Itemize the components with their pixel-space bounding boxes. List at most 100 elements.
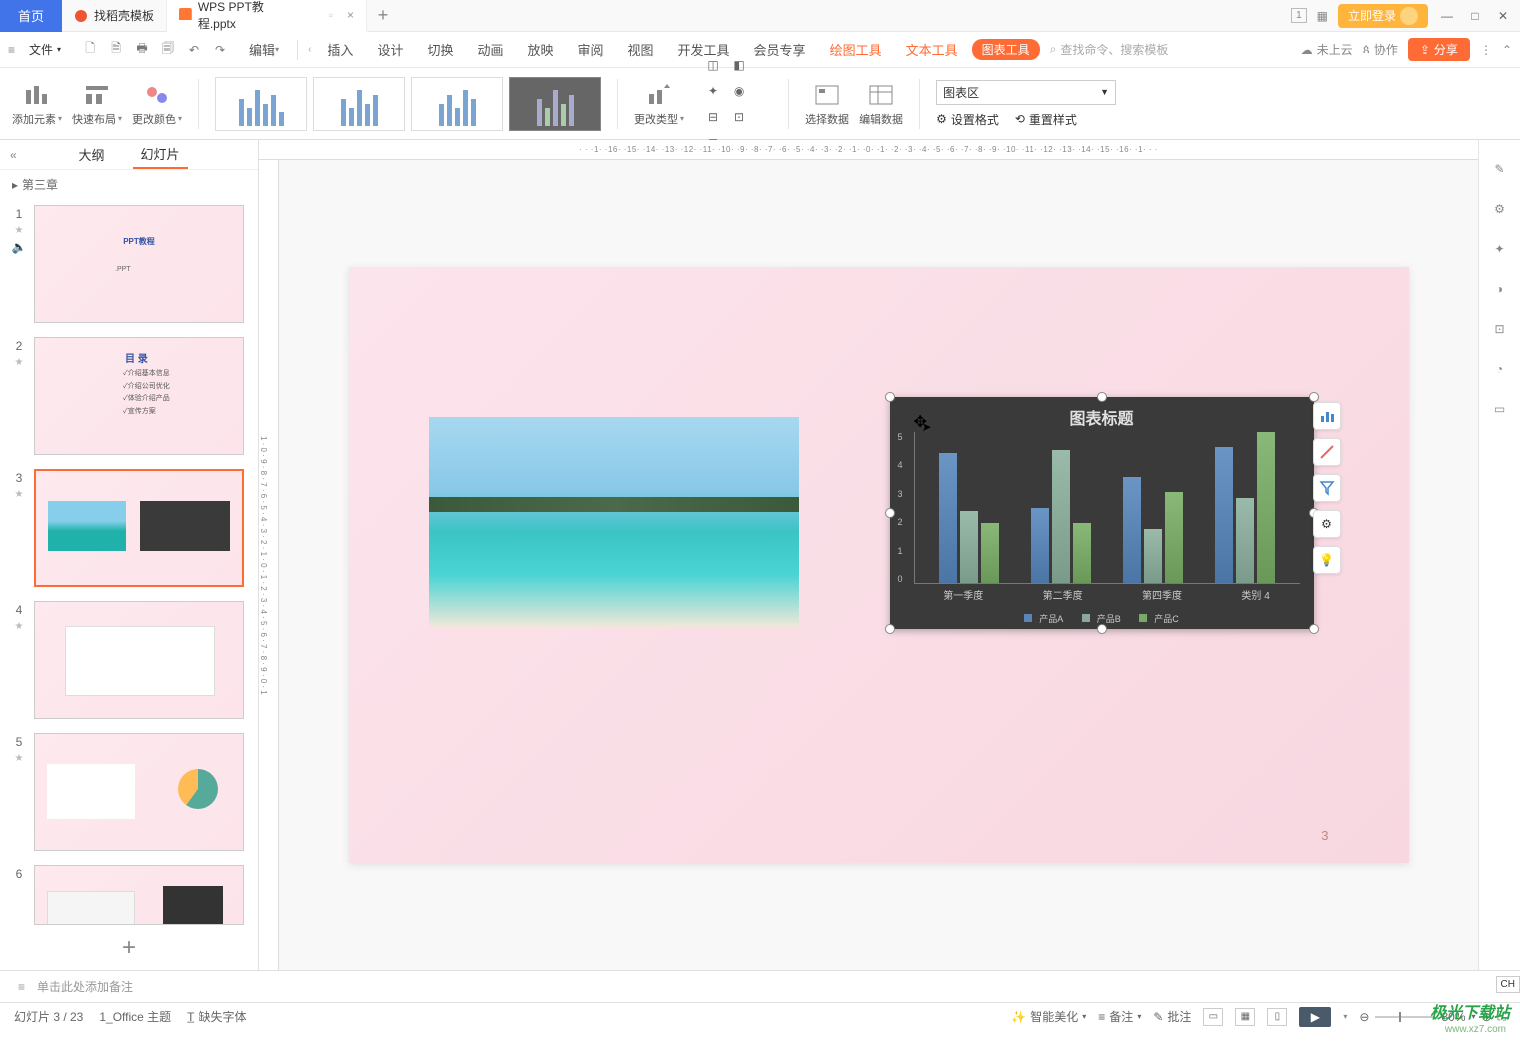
- transition-menu[interactable]: 切换: [417, 32, 463, 68]
- missing-fonts[interactable]: T̲缺失字体: [187, 1008, 246, 1025]
- sync-status[interactable]: ☁未上云: [1301, 41, 1353, 58]
- tool-icon-1[interactable]: ◫: [702, 54, 724, 76]
- search-box[interactable]: ⌕ 查找命令、搜索模板: [1050, 41, 1169, 58]
- chart-style-1[interactable]: [215, 77, 307, 131]
- resize-handle-sw[interactable]: [885, 624, 895, 634]
- edit-menu[interactable]: 编辑: [239, 32, 289, 68]
- resize-handle-n[interactable]: [1097, 392, 1107, 402]
- chart-style-3[interactable]: [411, 77, 503, 131]
- close-window-icon[interactable]: ✕: [1494, 7, 1512, 25]
- chart-ideas-icon[interactable]: 💡: [1313, 546, 1341, 574]
- normal-view-icon[interactable]: ▭: [1203, 1008, 1223, 1026]
- login-button[interactable]: 立即登录: [1338, 4, 1428, 28]
- design-menu[interactable]: 设计: [367, 32, 413, 68]
- help-pane-icon[interactable]: ▭: [1489, 398, 1511, 420]
- set-format-button[interactable]: ⚙设置格式: [936, 111, 999, 128]
- tab-home[interactable]: 首页: [0, 0, 62, 32]
- tool-icon-4[interactable]: ◉: [728, 80, 750, 102]
- layout-icon[interactable]: 1: [1291, 8, 1307, 23]
- selection-pane-icon[interactable]: ⊡: [1489, 318, 1511, 340]
- resize-handle-ne[interactable]: [1309, 392, 1319, 402]
- canvas-viewport[interactable]: 图表标题 012345 第一季度第二季度第四季度类别 4: [279, 160, 1478, 970]
- change-type-button[interactable]: 更改类型: [634, 81, 684, 127]
- chart-element-selector[interactable]: 图表区 ▼: [936, 80, 1116, 105]
- chart-object[interactable]: 图表标题 012345 第一季度第二季度第四季度类别 4: [890, 397, 1314, 629]
- resize-handle-nw[interactable]: [885, 392, 895, 402]
- zoom-out-icon[interactable]: ⊖: [1359, 1010, 1369, 1024]
- maximize-icon[interactable]: □: [1466, 7, 1484, 25]
- slides-tab[interactable]: 幻灯片: [133, 140, 188, 169]
- close-icon[interactable]: ×: [347, 8, 354, 22]
- slideshow-button[interactable]: ▶: [1299, 1007, 1331, 1027]
- chart-title[interactable]: 图表标题: [890, 397, 1314, 437]
- beautify-button[interactable]: ✨智能美化▾: [1011, 1008, 1086, 1025]
- design-pane-icon[interactable]: ✎: [1489, 158, 1511, 180]
- slide-canvas[interactable]: 图表标题 012345 第一季度第二季度第四季度类别 4: [349, 267, 1409, 863]
- chart-elements-icon[interactable]: [1313, 402, 1341, 430]
- drawing-tools[interactable]: 绘图工具: [820, 32, 892, 68]
- sorter-view-icon[interactable]: ▦: [1235, 1008, 1255, 1026]
- tool-icon-3[interactable]: ✦: [702, 80, 724, 102]
- tab-document[interactable]: WPS PPT教程.pptx ▫ ×: [167, 0, 367, 32]
- slide-thumb-4[interactable]: 4★: [10, 601, 248, 719]
- quick-layout-button[interactable]: 快速布局: [72, 81, 122, 127]
- chart-settings-icon[interactable]: ⚙: [1313, 510, 1341, 538]
- apps-icon[interactable]: ▦: [1317, 9, 1328, 23]
- collapse-ribbon-icon[interactable]: ⌃: [1502, 43, 1512, 57]
- tool-icon-2[interactable]: ◧: [728, 54, 750, 76]
- slide-thumb-5[interactable]: 5★: [10, 733, 248, 851]
- text-tools[interactable]: 文本工具: [896, 32, 968, 68]
- play-dropdown-icon[interactable]: ▾: [1343, 1012, 1347, 1021]
- settings-pane-icon[interactable]: ⚙: [1489, 198, 1511, 220]
- print-preview-icon[interactable]: 🗐: [159, 41, 177, 59]
- slide-thumb-3[interactable]: 3★: [10, 469, 248, 587]
- add-tab-button[interactable]: +: [367, 5, 399, 26]
- chart-style-2[interactable]: [313, 77, 405, 131]
- undo-icon[interactable]: ↶: [185, 41, 203, 59]
- chart-tools[interactable]: 图表工具: [972, 39, 1040, 60]
- chart-style-4[interactable]: [509, 77, 601, 131]
- change-color-button[interactable]: 更改颜色: [132, 81, 182, 127]
- resize-handle-se[interactable]: [1309, 624, 1319, 634]
- scroll-left-icon[interactable]: ‹: [306, 44, 313, 55]
- slideshow-menu[interactable]: 放映: [517, 32, 563, 68]
- zoom-slider[interactable]: [1375, 1016, 1435, 1018]
- print-icon[interactable]: 🖶: [133, 41, 151, 59]
- edit-data-button[interactable]: 编辑数据: [859, 81, 903, 127]
- reset-style-button[interactable]: ⟲重置样式: [1015, 111, 1077, 128]
- collapse-panel-icon[interactable]: «: [10, 148, 17, 162]
- menu-icon[interactable]: ≡: [8, 43, 15, 57]
- tool-icon-5[interactable]: ⊟: [702, 106, 724, 128]
- history-pane-icon[interactable]: ◔: [1489, 358, 1511, 380]
- view-menu[interactable]: 视图: [618, 32, 664, 68]
- section-header[interactable]: ▸ 第三章: [0, 170, 258, 199]
- select-data-button[interactable]: 选择数据: [805, 81, 849, 127]
- save-icon[interactable]: 🗋: [81, 41, 99, 59]
- animation-pane-icon[interactable]: ✦: [1489, 238, 1511, 260]
- tool-icon-6[interactable]: ⊡: [728, 106, 750, 128]
- share-button[interactable]: ⇪分享: [1408, 38, 1470, 61]
- resize-handle-s[interactable]: [1097, 624, 1107, 634]
- tab-menu-icon[interactable]: ▫: [329, 8, 333, 22]
- minimize-icon[interactable]: —: [1438, 7, 1456, 25]
- beach-image[interactable]: [429, 417, 799, 627]
- thumbnails-list[interactable]: 1★ 🔈 PPT教程.PPT 2★ 目 录 ✓介绍基本信息✓介绍公司优化✓体验介…: [0, 199, 258, 926]
- tab-template[interactable]: 找稻壳模板: [62, 0, 167, 32]
- insert-menu[interactable]: 插入: [317, 32, 363, 68]
- notes-bar[interactable]: ≡ 单击此处添加备注: [0, 970, 1520, 1002]
- reading-view-icon[interactable]: ▯: [1267, 1008, 1287, 1026]
- chart-styles-icon[interactable]: [1313, 438, 1341, 466]
- remarks-button[interactable]: ≡备注▾: [1098, 1008, 1141, 1025]
- resize-handle-w[interactable]: [885, 508, 895, 518]
- review-menu[interactable]: 审阅: [568, 32, 614, 68]
- more-icon[interactable]: ⋮: [1480, 43, 1492, 57]
- chart-filter-icon[interactable]: [1313, 474, 1341, 502]
- save-as-icon[interactable]: 🗎: [107, 41, 125, 59]
- animation-menu[interactable]: 动画: [467, 32, 513, 68]
- coop-button[interactable]: ጰ协作: [1363, 41, 1398, 58]
- slide-thumb-2[interactable]: 2★ 目 录 ✓介绍基本信息✓介绍公司优化✓体验介绍产品✓宣传方案: [10, 337, 248, 455]
- transition-pane-icon[interactable]: ◑: [1489, 278, 1511, 300]
- add-slide-button[interactable]: +: [0, 926, 258, 970]
- redo-icon[interactable]: ↷: [211, 41, 229, 59]
- slide-thumb-1[interactable]: 1★ 🔈 PPT教程.PPT: [10, 205, 248, 323]
